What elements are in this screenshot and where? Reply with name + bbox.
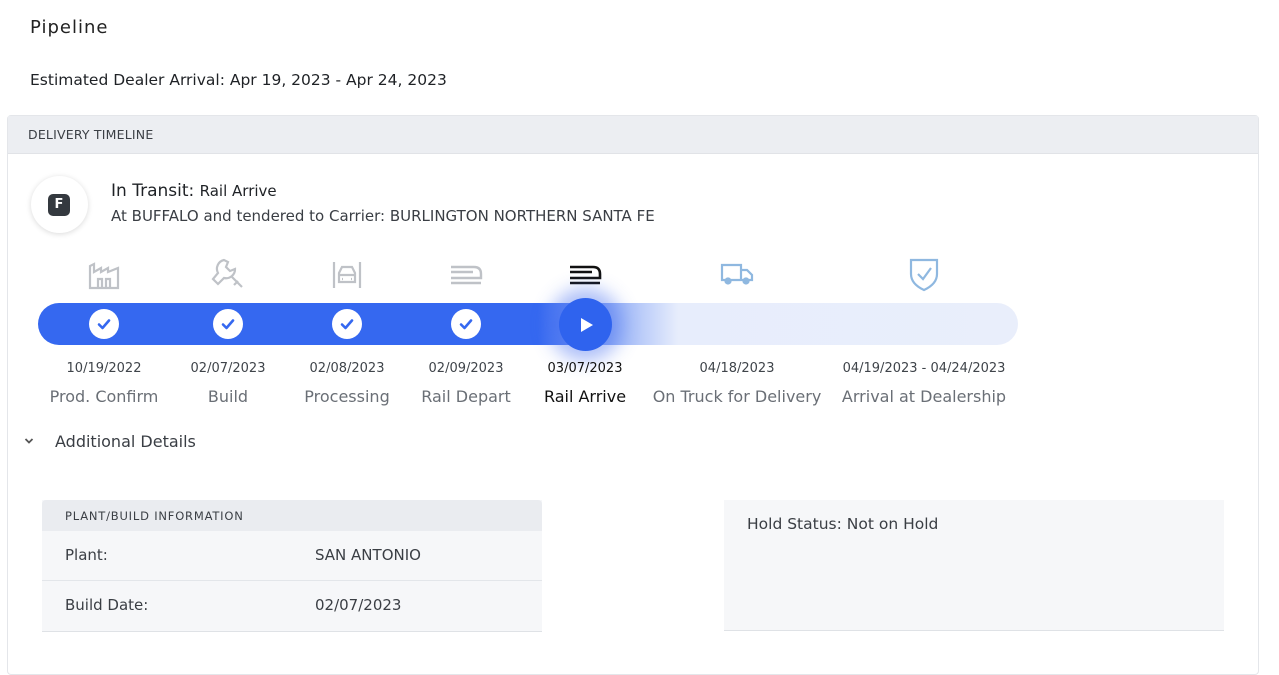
step-label: Arrival at Dealership [841,387,1007,406]
check-icon [89,309,119,339]
card-header-title: DELIVERY TIMELINE [28,127,154,142]
hold-status-text: Hold Status: Not on Hold [747,515,939,533]
plant-build-panel: PLANT/BUILD INFORMATION Plant: SAN ANTON… [42,500,542,632]
step-date: 04/18/2023 [699,361,775,376]
table-row: Plant: SAN ANTONIO [42,531,542,581]
check-icon [213,309,243,339]
shield-check-icon [904,256,944,292]
row-key: Plant: [65,546,108,564]
progress-track [38,303,1018,345]
train-icon-current [565,256,605,292]
status-detail: At BUFFALO and tendered to Carrier: BURL… [111,207,655,225]
wrench-icon [208,256,248,292]
brand-letter: F [48,194,70,216]
factory-icon [84,256,124,292]
step-date: 04/19/2023 - 04/24/2023 [842,361,1006,376]
row-key: Build Date: [65,596,149,614]
train-icon [446,256,486,292]
status-headline: In Transit: Rail Arrive [111,181,277,201]
additional-details-label: Additional Details [55,432,196,451]
brand-badge: F [31,176,88,233]
plant-panel-title: PLANT/BUILD INFORMATION [65,509,244,523]
card-header: DELIVERY TIMELINE [8,116,1258,154]
additional-details-toggle[interactable]: Additional Details [24,432,196,451]
play-icon [580,317,593,332]
check-icon [332,309,362,339]
status-prefix: In Transit: [111,181,195,201]
check-icon [451,309,481,339]
plant-panel-header: PLANT/BUILD INFORMATION [42,500,542,531]
chevron-down-icon [24,435,55,448]
estimated-arrival: Estimated Dealer Arrival: Apr 19, 2023 -… [30,71,447,89]
page-title: Pipeline [30,17,109,38]
hold-status-panel: Hold Status: Not on Hold [724,500,1224,631]
row-value: 02/07/2023 [315,596,402,614]
car-wash-icon [327,256,367,292]
row-value: SAN ANTONIO [315,546,421,564]
current-step-marker [559,298,612,351]
table-row: Build Date: 02/07/2023 [42,581,542,630]
truck-icon [717,256,757,292]
status-value: Rail Arrive [199,182,277,200]
